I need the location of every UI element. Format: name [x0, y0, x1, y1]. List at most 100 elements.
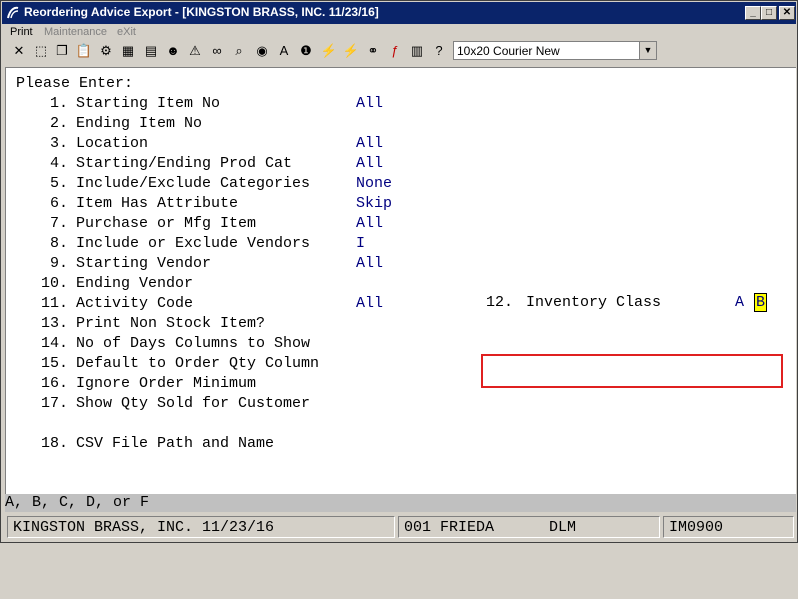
field-row[interactable]: 11. Activity Code All: [6, 294, 466, 314]
field-label: Include/Exclude Categories: [76, 175, 311, 192]
chevron-down-icon[interactable]: ▼: [639, 42, 656, 59]
menu-maintenance[interactable]: Maintenance: [44, 26, 107, 38]
field-number: 18.: [40, 435, 68, 452]
menu-print[interactable]: Print: [10, 26, 33, 38]
field-value[interactable]: None: [356, 174, 392, 194]
run-icon[interactable]: ⚡: [342, 42, 360, 60]
field-label: Show Qty Sold for Customer: [76, 395, 311, 412]
field-label: Item Has Attribute: [76, 195, 239, 212]
field-value[interactable]: I: [356, 234, 365, 254]
field-number: 1.: [49, 95, 68, 112]
field-label: No of Days Columns to Show: [76, 335, 311, 352]
field-value[interactable]: All: [356, 134, 383, 154]
info-icon[interactable]: ❶: [297, 42, 315, 60]
field-label: Starting Vendor: [76, 255, 212, 272]
document-icon[interactable]: ▤: [142, 42, 160, 60]
field-number: 7.: [49, 215, 68, 232]
status-bar: KINGSTON BRASS, INC. 11/23/16 001 FRIEDA…: [5, 514, 796, 540]
select-icon[interactable]: ⬚: [32, 42, 50, 60]
paste-icon[interactable]: 📋: [75, 42, 93, 60]
app-window: Reordering Advice Export - [KINGSTON BRA…: [0, 0, 798, 543]
function-icon[interactable]: ƒ: [386, 42, 404, 60]
menu-exit[interactable]: eXit: [117, 26, 136, 38]
inventory-class-input[interactable]: B: [754, 293, 768, 313]
field-number: 2.: [49, 115, 68, 132]
field-label: Purchase or Mfg Item: [76, 215, 257, 232]
field-number: 4.: [49, 155, 68, 172]
inventory-class-cursor[interactable]: B: [754, 293, 768, 312]
prompt-text: Please Enter:: [16, 75, 134, 92]
field-row[interactable]: 2. Ending Item No: [6, 114, 466, 134]
field-label: Activity Code: [76, 295, 194, 312]
field-label: Ending Item No: [76, 115, 203, 132]
field-label: Ignore Order Minimum: [76, 375, 257, 392]
font-selector-value: 10x20 Courier New: [457, 44, 560, 58]
field-row[interactable]: 10. Ending Vendor: [6, 274, 466, 294]
field-row[interactable]: 8. Include or Exclude Vendors I: [6, 234, 466, 254]
field-row[interactable]: 1. Starting Item No All: [6, 94, 466, 114]
minimize-button[interactable]: _: [745, 6, 761, 20]
field-number: 5.: [49, 175, 68, 192]
status-user: 001 FRIEDA: [404, 519, 495, 536]
field-number: 17.: [40, 395, 68, 412]
menu-bar: Print Maintenance eXit: [2, 24, 796, 40]
status-company: KINGSTON BRASS, INC. 11/23/16: [13, 519, 275, 536]
field-row[interactable]: 5. Include/Exclude Categories None: [6, 174, 466, 194]
field-row[interactable]: 14. No of Days Columns to Show: [6, 334, 466, 354]
lightning-icon[interactable]: ⚡: [320, 42, 338, 60]
copy-icon[interactable]: ❐: [53, 42, 71, 60]
field-value[interactable]: All: [356, 254, 383, 274]
settings-icon[interactable]: ⚙: [97, 42, 115, 60]
field-row[interactable]: 4. Starting/Ending Prod Cat All: [6, 154, 466, 174]
field-number: 3.: [49, 135, 68, 152]
field-number: 13.: [40, 315, 68, 332]
help-line: A, B, C, D, or F: [5, 494, 796, 512]
window-title: Reordering Advice Export - [KINGSTON BRA…: [24, 5, 379, 19]
field-label: Ending Vendor: [76, 275, 194, 292]
field-label: Starting/Ending Prod Cat: [76, 155, 293, 172]
field-number: 6.: [49, 195, 68, 212]
alert-icon[interactable]: ⚠: [186, 42, 204, 60]
field-row[interactable]: 17. Show Qty Sold for Customer: [6, 394, 466, 414]
field-row[interactable]: 7. Purchase or Mfg Item All: [6, 214, 466, 234]
help-pointer-icon[interactable]: ?: [430, 42, 448, 60]
font-icon[interactable]: A: [275, 42, 293, 60]
field-number: 10.: [40, 275, 68, 292]
field-value[interactable]: All: [356, 294, 383, 314]
field-row[interactable]: 3. Location All: [6, 134, 466, 154]
field-number: 14.: [40, 335, 68, 352]
app-icon: [5, 5, 21, 21]
toolbar: ✕ ⬚ ❐ 📋 ⚙ ▦ ▤ ☻ ⚠ ∞ ⌕ ◉ A ❶ ⚡ ⚡ ⚭ ƒ ▥ ?: [2, 40, 796, 64]
calculator-icon[interactable]: ▦: [119, 42, 137, 60]
terminal-screen: Please Enter: 1. Starting Item No All 2. End…: [5, 67, 796, 494]
status-initials: DLM: [549, 519, 577, 536]
close-x-icon[interactable]: ✕: [10, 42, 28, 60]
field-row[interactable]: 16. Ignore Order Minimum: [6, 374, 466, 394]
field-label: Starting Item No: [76, 95, 221, 112]
globe-icon[interactable]: ◉: [253, 42, 271, 60]
field-number: 8.: [49, 235, 68, 252]
field-row[interactable]: 18. CSV File Path and Name: [6, 434, 466, 454]
list-icon[interactable]: ▥: [408, 42, 426, 60]
status-program-panel: IM0900: [663, 516, 794, 538]
link-icon[interactable]: ⚭: [364, 42, 382, 60]
field-value[interactable]: All: [356, 94, 383, 114]
field-row[interactable]: 15. Default to Order Qty Column: [6, 354, 466, 374]
field-row[interactable]: 9. Starting Vendor All: [6, 254, 466, 274]
font-selector[interactable]: 10x20 Courier New ▼: [453, 41, 657, 60]
field-row[interactable]: 6. Item Has Attribute Skip: [6, 194, 466, 214]
field-row[interactable]: 13. Print Non Stock Item?: [6, 314, 466, 334]
zoom-icon[interactable]: ⌕: [230, 42, 248, 60]
field-value[interactable]: All: [356, 154, 383, 174]
field-label: Include or Exclude Vendors: [76, 235, 311, 252]
field-value[interactable]: All: [356, 214, 383, 234]
close-button[interactable]: ✕: [779, 6, 795, 20]
users-icon[interactable]: ☻: [164, 42, 182, 60]
maximize-button[interactable]: □: [761, 6, 777, 20]
field-label: Location: [76, 135, 149, 152]
field-value[interactable]: Skip: [356, 194, 392, 214]
field-number: 9.: [49, 255, 68, 272]
binoculars-icon[interactable]: ∞: [208, 42, 226, 60]
status-program: IM0900: [669, 519, 724, 536]
status-user-panel: 001 FRIEDA DLM: [398, 516, 660, 538]
